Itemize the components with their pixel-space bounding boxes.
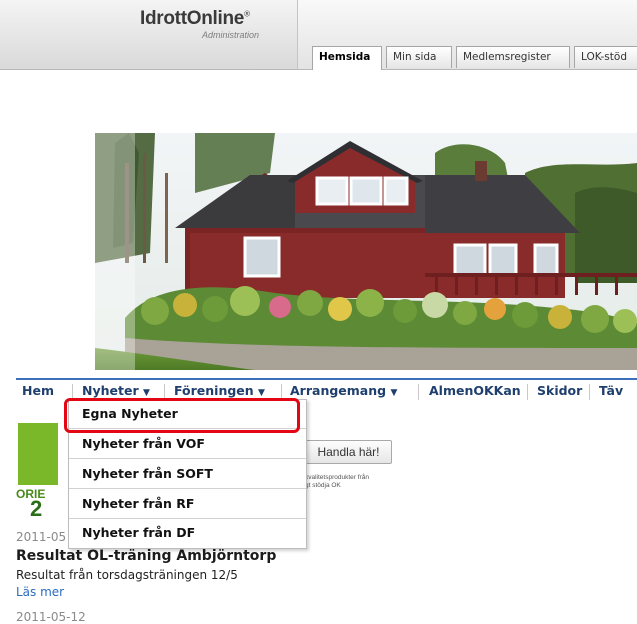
news-excerpt: Resultat från torsdagsträningen 12/5 [16,568,238,582]
menu-item-nyheter-fran-df[interactable]: Nyheter från DF [69,519,306,548]
nav-item-hem[interactable]: Hem [22,383,54,398]
nav-separator [527,384,528,400]
tab-lok-stod[interactable]: LOK-stöd [574,46,637,68]
admin-tabs: Hemsida Min sida Medlemsregister LOK-stö… [298,0,637,70]
chevron-down-icon: ▼ [258,388,265,398]
tab-medlemsregister[interactable]: Medlemsregister [456,46,570,68]
nav-item-foreningen[interactable]: Föreningen ▼ [174,383,265,398]
menu-item-nyheter-fran-rf[interactable]: Nyheter från RF [69,490,306,519]
nav-item-tavling[interactable]: Täv [599,383,623,398]
nav-item-almenokkan[interactable]: AlmenOKKan [429,383,521,398]
idrottonline-logo-panel: IdrottOnline® Administration [0,0,298,70]
nav-item-skidor[interactable]: Skidor [537,383,582,398]
orientering-logo-number: 2 [30,496,43,521]
promo-description: kvalitetsprodukter från gt stödja OK [305,474,369,489]
handla-har-button[interactable]: Handla här! [305,440,392,464]
nav-item-nyheter[interactable]: Nyheter ▼ [82,383,150,398]
menu-item-nyheter-fran-vof[interactable]: Nyheter från VOF [69,430,306,459]
nav-item-arrangemang[interactable]: Arrangemang ▼ [290,383,397,398]
nav-separator [589,384,590,400]
admin-header: IdrottOnline® Administration Hemsida Min… [0,0,637,70]
idrottonline-logo[interactable]: IdrottOnline® [140,8,250,30]
menu-item-nyheter-fran-soft[interactable]: Nyheter från SOFT [69,460,306,489]
logo-subtitle: Administration [202,30,260,40]
news-date: 2011-05-12 [16,610,86,624]
nav-accent-line [16,378,637,380]
tab-min-sida[interactable]: Min sida [386,46,452,68]
nav-separator [418,384,419,400]
news-date: 2011-05 [16,530,67,544]
chevron-down-icon: ▼ [142,388,150,398]
orientering-logo-s [18,423,58,485]
read-more-link[interactable]: Läs mer [16,585,64,599]
highlight-annotation-box [64,398,300,433]
news-title-link[interactable]: Resultat OL-träning Ambjörntorp [16,548,276,564]
tab-hemsida[interactable]: Hemsida [312,46,382,70]
chevron-down-icon: ▼ [390,388,398,398]
banner-image [95,133,637,370]
